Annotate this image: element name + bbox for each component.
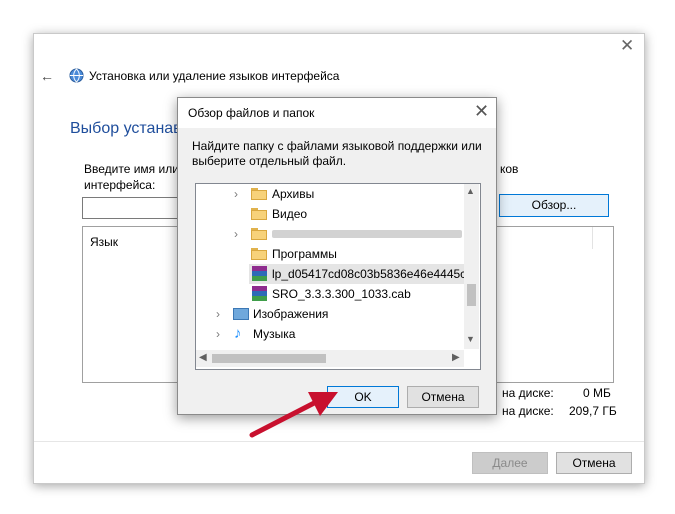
scroll-up-arrow-icon[interactable]: ▲ [466,186,475,196]
folder-tree[interactable]: › Архивы Видео › Программы lp_d05417cd08… [195,183,481,370]
folder-icon [251,248,267,260]
tree-item-lp-cab[interactable]: lp_d05417cd08c03b5836e46e4445c0c [272,264,479,284]
tree-item-music[interactable]: Музыка [253,324,295,344]
disk-free-value: 209,7 ГБ [569,404,617,418]
red-pointer-arrow-icon [249,392,338,438]
dialog-cancel-button[interactable]: Отмена [407,386,479,408]
tree-item-sro-cab[interactable]: SRO_3.3.3.300_1033.cab [272,284,411,304]
page-heading: Выбор устанав [70,120,182,137]
close-icon[interactable]: ✕ [620,37,634,54]
vertical-scroll-thumb[interactable] [467,284,476,306]
dialog-title: Обзор файлов и папок [188,106,315,120]
blurred-folder-name[interactable] [272,230,462,238]
dialog-instruction: Найдите папку с файлами языковой поддерж… [192,139,482,168]
disk-required-label: на диске: [502,386,554,400]
folder-icon [251,188,267,200]
disk-free-label: на диске: [502,404,554,418]
rar-archive-icon [252,266,267,281]
expand-chevron-icon[interactable]: › [234,227,238,241]
expand-chevron-icon[interactable]: › [216,327,220,341]
path-prompt-label: Введите имя или интерфейса: [84,162,179,192]
window-title: Установка или удаление языков интерфейса [89,69,340,83]
horizontal-scrollbar[interactable]: ◀ ▶ [196,350,464,367]
tree-item-video[interactable]: Видео [272,204,307,224]
scroll-down-arrow-icon[interactable]: ▼ [466,334,475,344]
tree-item-archives[interactable]: Архивы [272,184,314,204]
folder-icon [251,208,267,220]
path-prompt-label-tail: ков [500,162,519,176]
vertical-scrollbar[interactable]: ▲ ▼ [464,184,479,349]
language-column-header[interactable]: Язык [90,235,118,249]
expand-chevron-icon[interactable]: › [234,187,238,201]
scroll-left-arrow-icon[interactable]: ◀ [199,352,207,363]
browse-button[interactable]: Обзор... [499,194,609,217]
expand-chevron-icon[interactable]: › [216,307,220,321]
dialog-titlebar[interactable]: Обзор файлов и папок ✕ [178,98,496,128]
rar-archive-icon [252,286,267,301]
pictures-icon [233,308,249,320]
tree-item-pictures[interactable]: Изображения [253,304,328,324]
folder-icon [251,228,267,240]
horizontal-scroll-thumb[interactable] [212,354,326,363]
tree-item-programs[interactable]: Программы [272,244,337,264]
back-arrow-icon[interactable]: ← [40,68,54,84]
cancel-button[interactable]: Отмена [556,452,632,474]
dialog-close-icon[interactable]: ✕ [474,102,489,120]
scroll-right-arrow-icon[interactable]: ▶ [452,352,460,363]
globe-icon [69,68,84,83]
disk-required-value: 0 МБ [583,386,611,400]
next-button[interactable]: Далее [472,452,548,474]
browse-dialog: Обзор файлов и папок ✕ Найдите папку с ф… [177,97,497,415]
column-divider [592,227,593,249]
music-note-icon: ♪ [234,325,242,342]
